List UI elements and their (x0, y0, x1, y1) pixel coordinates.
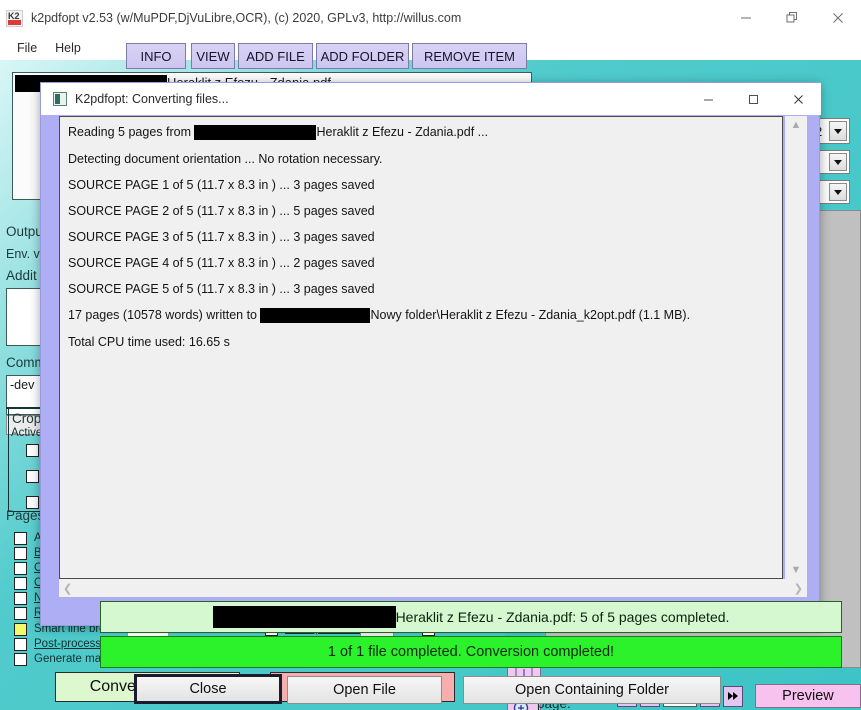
pages-label: Pages (6, 508, 45, 523)
log-line: SOURCE PAGE 2 of 5 (11.7 x 8.3 in ) ... … (68, 204, 375, 219)
minimize-icon[interactable] (723, 0, 769, 36)
log-line: SOURCE PAGE 4 of 5 (11.7 x 8.3 in ) ... … (68, 256, 375, 271)
scroll-left-icon[interactable]: ❮ (63, 582, 72, 595)
close-icon[interactable] (776, 83, 821, 115)
conversion-log-content: Reading 5 pages from Heraklit z Efezu - … (60, 117, 782, 369)
log-line: SOURCE PAGE 1 of 5 (11.7 x 8.3 in ) ... … (68, 178, 375, 193)
option-checkbox-color[interactable] (14, 562, 27, 575)
status-current-file-text: Heraklit z Efezu - Zdania.pdf: 5 of 5 pa… (395, 609, 730, 625)
view-button-label: VIEW (196, 48, 230, 64)
info-button[interactable]: INFO (126, 43, 186, 69)
app-icon (6, 9, 23, 27)
option-checkbox-right[interactable] (14, 607, 27, 620)
main-window-titlebar: k2pdfopt v2.53 (w/MuPDF,DjVuLibre,OCR), … (0, 0, 861, 36)
log-line-pre: 17 pages (10578 words) written to (68, 308, 261, 323)
log-line: Total CPU time used: 16.65 s (68, 335, 230, 350)
add-folder-button-label: ADD FOLDER (320, 48, 405, 64)
option-checkbox-native[interactable] (14, 592, 27, 605)
option-checkbox-break[interactable] (14, 547, 27, 560)
open-containing-folder-button[interactable]: Open Containing Folder (463, 676, 721, 704)
crop-checkbox-1[interactable] (26, 444, 39, 457)
env-label: Env. v (6, 247, 40, 261)
log-horizontal-scrollbar[interactable]: ❮ ❯ (59, 579, 807, 597)
checkbox-smart-line-breaks[interactable] (14, 623, 27, 636)
close-icon[interactable] (815, 0, 861, 36)
log-line-pre: Reading 5 pages from (68, 125, 195, 139)
document-icon (53, 92, 67, 106)
main-window-title: k2pdfopt v2.53 (w/MuPDF,DjVuLibre,OCR), … (31, 11, 462, 25)
dialog-window-controls (686, 83, 821, 115)
open-containing-folder-button-label: Open Containing Folder (515, 682, 669, 698)
remove-item-button-label: REMOVE ITEM (423, 48, 515, 64)
log-vertical-scrollbar[interactable]: ▲ ▼ (785, 116, 807, 579)
menu-item-help[interactable]: Help (46, 39, 90, 57)
close-button-label: Close (189, 681, 227, 697)
option-checkbox-out[interactable] (14, 577, 27, 590)
checkbox-post-process-ghostscript[interactable] (14, 638, 27, 651)
preview-button-label: Preview (782, 688, 834, 704)
log-line: SOURCE PAGE 3 of 5 (11.7 x 8.3 in ) ... … (68, 230, 375, 245)
status-current-file: Heraklit z Efezu - Zdania.pdf: 5 of 5 pa… (100, 601, 842, 633)
restore-icon[interactable] (769, 0, 815, 36)
command-input-value: -dev (10, 378, 35, 392)
open-file-button[interactable]: Open File (287, 676, 442, 704)
dialog-title: K2pdfopt: Converting files... (75, 92, 229, 106)
add-file-button[interactable]: ADD FILE (238, 43, 313, 69)
log-line: Detecting document orientation ... No ro… (68, 152, 383, 167)
redacted-path (212, 606, 396, 628)
app-root: k2pdfopt v2.53 (w/MuPDF,DjVuLibre,OCR), … (0, 0, 861, 710)
preview-button[interactable]: Preview (754, 684, 861, 708)
log-line: 17 pages (10578 words) written to Nowy f… (68, 308, 774, 324)
redacted-path (260, 308, 371, 324)
option-checkbox-auto[interactable] (14, 532, 27, 545)
status-overall: 1 of 1 file completed. Conversion comple… (100, 636, 842, 668)
menu-item-file[interactable]: File (8, 39, 46, 57)
last-page-icon[interactable] (722, 685, 743, 707)
redacted-path (194, 125, 317, 141)
scroll-right-icon[interactable]: ❯ (794, 582, 803, 595)
status-overall-text: 1 of 1 file completed. Conversion comple… (327, 644, 615, 660)
chevron-down-icon[interactable] (829, 153, 847, 171)
log-line: Reading 5 pages from Heraklit z Efezu - … (68, 125, 774, 141)
converting-files-dialog: K2pdfopt: Converting files... Reading 5 … (40, 82, 842, 704)
maximize-icon[interactable] (731, 83, 776, 115)
conversion-log[interactable]: Reading 5 pages from Heraklit z Efezu - … (59, 116, 783, 579)
add-folder-button[interactable]: ADD FOLDER (316, 43, 409, 69)
chevron-down-icon[interactable] (829, 121, 847, 141)
scroll-down-icon[interactable]: ▼ (791, 561, 802, 579)
remove-item-button[interactable]: REMOVE ITEM (412, 43, 527, 69)
crop-active-label: Active (11, 427, 43, 439)
view-button[interactable]: VIEW (191, 43, 235, 69)
minimize-icon[interactable] (686, 83, 731, 115)
log-line: SOURCE PAGE 5 of 5 (11.7 x 8.3 in ) ... … (68, 282, 375, 297)
additional-label: Addit (6, 268, 37, 283)
checkbox-generate-markup[interactable] (14, 653, 27, 666)
log-line-post: Heraklit z Efezu - Zdania.pdf ... (316, 125, 489, 139)
add-file-button-label: ADD FILE (246, 48, 305, 64)
open-file-button-label: Open File (333, 682, 396, 698)
dialog-titlebar: K2pdfopt: Converting files... (41, 83, 821, 115)
chevron-down-icon[interactable] (829, 183, 847, 201)
crop-checkbox-2[interactable] (26, 470, 39, 483)
info-button-label: INFO (140, 48, 172, 64)
close-button[interactable]: Close (134, 674, 282, 704)
log-line-post: Nowy folder\Heraklit z Efezu - Zdania_k2… (370, 308, 691, 323)
scroll-up-icon[interactable]: ▲ (791, 116, 802, 134)
window-controls (723, 0, 861, 36)
